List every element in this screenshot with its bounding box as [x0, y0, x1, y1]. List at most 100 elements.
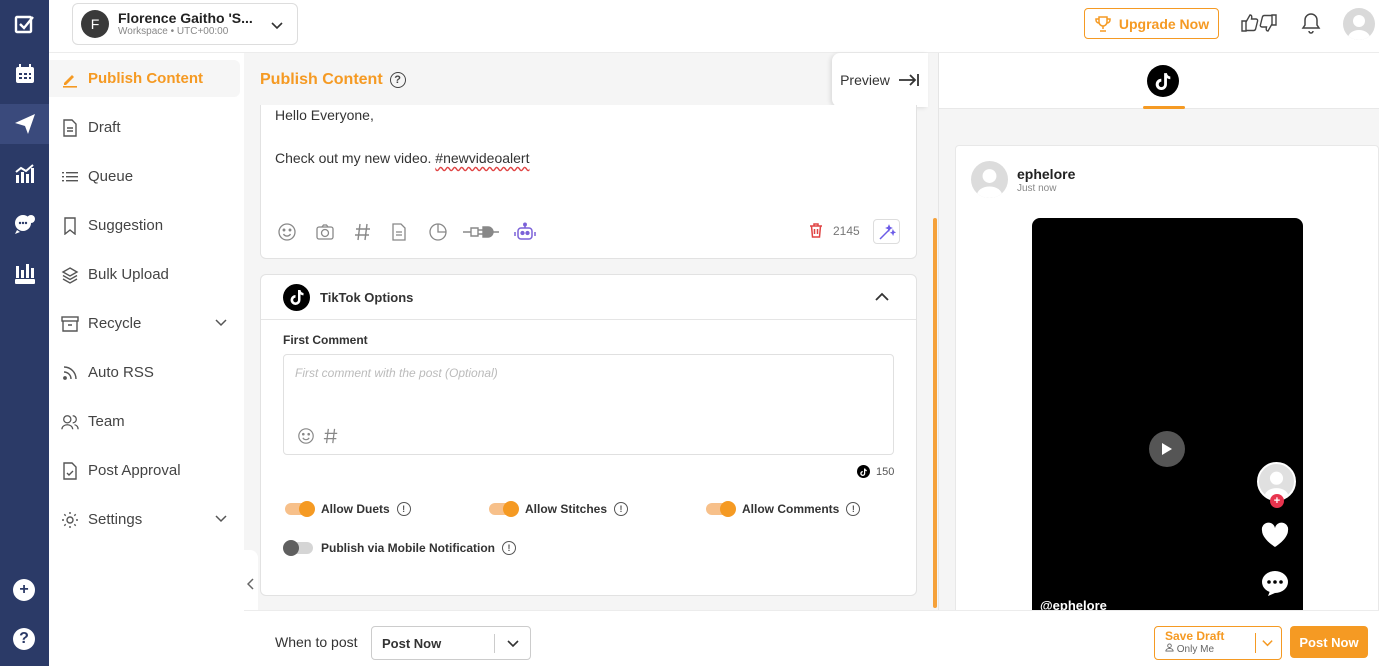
hashtag-icon[interactable] — [354, 222, 372, 247]
tiktok-options-header[interactable]: TikTok Options — [261, 275, 916, 320]
save-draft-button[interactable]: Save Draft Only Me — [1154, 626, 1282, 660]
play-icon[interactable] — [1149, 431, 1185, 467]
workspace-subtitle: Workspace • UTC+00:00 — [118, 25, 229, 37]
users-icon — [61, 413, 79, 431]
video-preview[interactable]: + @ephelore — [1032, 218, 1303, 614]
sidebar-item-label: Draft — [88, 119, 121, 136]
sidebar-item-label: Post Approval — [88, 462, 181, 479]
pencil-icon — [61, 70, 79, 88]
comment-bubble-icon — [1261, 570, 1289, 601]
character-counter: 2145 — [809, 223, 860, 238]
help-icon[interactable]: ? — [13, 628, 35, 650]
allow-stitches-toggle[interactable] — [489, 501, 519, 517]
beta-reports-icon[interactable] — [0, 254, 49, 294]
allow-comments-toggle[interactable] — [706, 501, 736, 517]
sidebar-item-auto-rss[interactable]: Auto RSS — [49, 354, 240, 391]
workspace-avatar: F — [81, 10, 109, 38]
sidebar-item-label: Team — [88, 413, 125, 430]
workspace-selector[interactable]: F Florence Gaitho 'S... Workspace • UTC+… — [72, 3, 298, 45]
allow-comments-label: Allow Comments — [742, 502, 840, 516]
chat-icon[interactable] — [0, 204, 49, 244]
upgrade-label: Upgrade Now — [1118, 15, 1210, 32]
ai-robot-icon[interactable] — [514, 222, 536, 247]
info-icon[interactable]: ! — [396, 502, 411, 516]
allow-stitches-label: Allow Stitches — [525, 502, 608, 516]
magic-wand-button[interactable] — [873, 219, 900, 244]
allow-duets-label: Allow Duets — [321, 502, 390, 516]
layers-icon — [61, 266, 79, 284]
emoji-icon[interactable] — [277, 222, 297, 247]
tiktok-icon — [283, 283, 310, 311]
sidebar-item-settings[interactable]: Settings — [49, 501, 240, 538]
analytics-icon[interactable] — [0, 154, 49, 194]
editor-line-2: Check out my new video. #newvideoalert — [275, 150, 529, 166]
info-icon[interactable]: ! — [846, 502, 861, 516]
info-icon[interactable]: ! — [502, 541, 517, 555]
allow-duets-row: Allow Duets ! — [285, 501, 411, 517]
bookmark-icon — [61, 216, 79, 235]
sidebar-item-draft[interactable]: Draft — [49, 109, 240, 146]
upgrade-now-button[interactable]: Upgrade Now — [1084, 8, 1219, 39]
bell-icon[interactable] — [1301, 12, 1321, 39]
post-now-button[interactable]: Post Now — [1290, 626, 1368, 658]
list-icon — [61, 168, 79, 186]
first-comment-input[interactable]: First comment with the post (Optional) — [283, 354, 894, 455]
archive-icon — [61, 315, 79, 333]
allow-duets-toggle[interactable] — [285, 501, 315, 517]
help-icon[interactable]: ? — [389, 72, 406, 88]
tab-tiktok[interactable] — [1147, 65, 1179, 97]
sidebar-item-suggestion[interactable]: Suggestion — [49, 207, 240, 244]
sidebar-item-bulk-upload[interactable]: Bulk Upload — [49, 256, 240, 293]
chevron-down-icon[interactable] — [1261, 636, 1274, 654]
bottom-action-bar: When to post Post Now Save Draft Only Me… — [244, 610, 1379, 666]
sidebar-item-label: Settings — [88, 511, 143, 528]
trophy-icon — [1094, 15, 1112, 33]
camera-icon[interactable] — [315, 222, 335, 247]
arrow-right-bar-icon — [898, 72, 920, 88]
thumbs-feedback-icon[interactable] — [1240, 12, 1278, 39]
when-to-post-label: When to post — [275, 634, 358, 650]
plugin-icon[interactable] — [462, 222, 500, 247]
preview-toggle-button[interactable]: Preview — [832, 53, 928, 107]
first-comment-label: First Comment — [283, 333, 368, 347]
tiktok-options-panel: TikTok Options First Comment First comme… — [260, 274, 917, 596]
info-icon[interactable]: ! — [614, 502, 629, 516]
char-count: 2145 — [833, 223, 860, 238]
sidebar-item-queue[interactable]: Queue — [49, 158, 240, 195]
calendar-icon[interactable] — [0, 54, 49, 94]
emoji-icon[interactable] — [297, 427, 315, 450]
sidebar-item-label: Publish Content — [88, 70, 203, 87]
chevron-up-icon[interactable] — [874, 290, 890, 307]
app-logo-icon[interactable] — [0, 4, 49, 44]
user-icon — [1165, 643, 1174, 652]
scrollbar[interactable] — [933, 218, 937, 608]
post-editor[interactable]: Hello Everyone, Check out my new video. … — [260, 105, 917, 259]
editor-text: Check out my new video. — [275, 150, 436, 166]
pie-chart-icon[interactable] — [428, 222, 448, 247]
app-rail: + ? — [0, 0, 49, 666]
chevron-left-icon — [246, 577, 255, 593]
sidebar-item-post-approval[interactable]: Post Approval — [49, 452, 240, 489]
hashtag-icon[interactable] — [323, 427, 339, 450]
trash-icon[interactable] — [809, 223, 823, 238]
preview-label: Preview — [840, 72, 890, 88]
add-icon[interactable]: + — [13, 579, 35, 601]
sidebar-item-publish-content[interactable]: Publish Content — [49, 60, 240, 97]
sidebar-item-team[interactable]: Team — [49, 403, 240, 440]
follow-plus-icon: + — [1270, 494, 1284, 508]
editor-line-1: Hello Everyone, — [275, 107, 374, 123]
preview-username: ephelore — [1017, 166, 1076, 182]
send-icon[interactable] — [0, 104, 49, 144]
sidebar-item-label: Queue — [88, 168, 134, 185]
document-icon[interactable] — [391, 222, 407, 247]
allow-stitches-row: Allow Stitches ! — [489, 501, 629, 517]
publish-content-panel: Publish Content ? Preview Hello Everyone… — [244, 53, 938, 620]
chevron-down-icon — [269, 17, 285, 38]
sidebar-item-recycle[interactable]: Recycle — [49, 305, 240, 342]
mobile-notification-toggle[interactable] — [283, 540, 313, 556]
user-avatar[interactable] — [1343, 8, 1375, 40]
when-to-post-value: Post Now — [382, 635, 442, 651]
preview-pane: ephelore Just now + @ephelore — [938, 53, 1379, 615]
document-icon — [61, 118, 79, 137]
when-to-post-select[interactable]: Post Now — [371, 626, 531, 660]
